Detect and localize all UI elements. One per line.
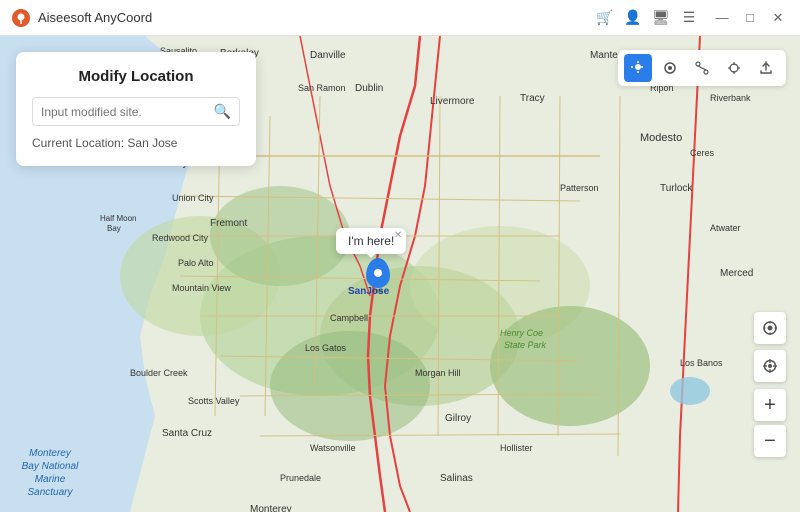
svg-text:Santa Cruz: Santa Cruz [162,428,212,439]
search-input[interactable] [41,105,214,119]
location-mode-button[interactable] [624,54,652,82]
route-mode-button[interactable] [688,54,716,82]
zoom-in-button[interactable]: + [754,389,786,421]
monitor-icon[interactable]: 🖥 [650,7,672,29]
app-title: Aiseesoft AnyCoord [38,10,594,25]
svg-text:Sanctuary: Sanctuary [27,487,73,498]
svg-text:Tracy: Tracy [520,93,545,104]
svg-text:Half Moon: Half Moon [100,214,136,223]
search-row[interactable]: 🔍 [32,97,240,126]
svg-text:Prunedale: Prunedale [280,473,321,483]
svg-text:Atwater: Atwater [710,223,741,233]
zoom-out-button[interactable]: − [754,425,786,457]
svg-text:Marine: Marine [35,474,66,485]
crosshair-button[interactable] [720,54,748,82]
svg-text:Riverbank: Riverbank [710,93,751,103]
panel-title: Modify Location [32,68,240,85]
close-button[interactable]: ✕ [768,8,788,28]
svg-text:Dublin: Dublin [355,83,383,94]
maximize-button[interactable]: □ [740,8,760,28]
map-toolbar [618,50,786,86]
svg-text:Danville: Danville [310,50,346,61]
modify-location-panel: Modify Location 🔍 Current Location: San … [16,52,256,166]
target-button[interactable] [754,312,786,344]
svg-text:Ceres: Ceres [690,148,715,158]
svg-text:Hollister: Hollister [500,443,533,453]
svg-text:Modesto: Modesto [640,132,682,144]
minimize-button[interactable]: — [712,8,732,28]
svg-text:Los Gatos: Los Gatos [305,343,347,353]
search-icon[interactable]: 🔍 [214,103,231,120]
export-button[interactable] [752,54,780,82]
window-controls: — □ ✕ [712,8,788,28]
svg-text:Salinas: Salinas [440,473,473,484]
gps-button[interactable] [754,350,786,382]
pin-shadow [373,289,383,293]
pin-body [366,258,390,288]
main-content: Berkeley Sausalito Moraga Danville Mante… [0,36,800,512]
svg-text:Boulder Creek: Boulder Creek [130,368,188,378]
svg-text:Los Banos: Los Banos [680,358,723,368]
svg-text:Fremont: Fremont [210,218,247,229]
current-location-label: Current Location: [32,136,124,150]
svg-text:Monterey: Monterey [250,504,292,512]
map-popup: ✕ I'm here! [336,228,406,254]
svg-text:Palo Alto: Palo Alto [178,258,214,268]
svg-text:Merced: Merced [720,268,753,279]
current-location: Current Location: San Jose [32,136,240,150]
svg-text:State Park: State Park [504,340,547,350]
current-location-value: San Jose [127,136,177,150]
svg-text:Monterey: Monterey [29,448,72,459]
location-pin [366,258,390,293]
svg-text:Mountain View: Mountain View [172,283,231,293]
svg-text:Watsonville: Watsonville [310,443,356,453]
user-icon[interactable]: 👤 [622,7,644,29]
svg-text:Gilroy: Gilroy [445,413,471,424]
toolbar-icons: 🛒 👤 🖥 ☰ [594,7,700,29]
svg-text:Patterson: Patterson [560,183,599,193]
svg-text:Morgan Hill: Morgan Hill [415,368,461,378]
svg-text:Campbell: Campbell [330,313,368,323]
svg-text:Bay National: Bay National [22,461,79,472]
svg-text:Bay: Bay [107,224,121,233]
app-logo [12,9,30,27]
svg-text:Henry Coe: Henry Coe [500,328,543,338]
popup-close-button[interactable]: ✕ [394,230,402,241]
title-bar: Aiseesoft AnyCoord 🛒 👤 🖥 ☰ — □ ✕ [0,0,800,36]
cart-icon[interactable]: 🛒 [594,7,616,29]
orbit-mode-button[interactable] [656,54,684,82]
svg-text:San Ramon: San Ramon [298,83,346,93]
svg-text:Turlock: Turlock [660,183,693,194]
svg-text:Redwood City: Redwood City [152,233,209,243]
svg-text:Livermore: Livermore [430,96,475,107]
popup-text: I'm here! [348,234,394,248]
menu-icon[interactable]: ☰ [678,7,700,29]
svg-text:Scotts Valley: Scotts Valley [188,396,240,406]
svg-text:Union City: Union City [172,193,214,203]
